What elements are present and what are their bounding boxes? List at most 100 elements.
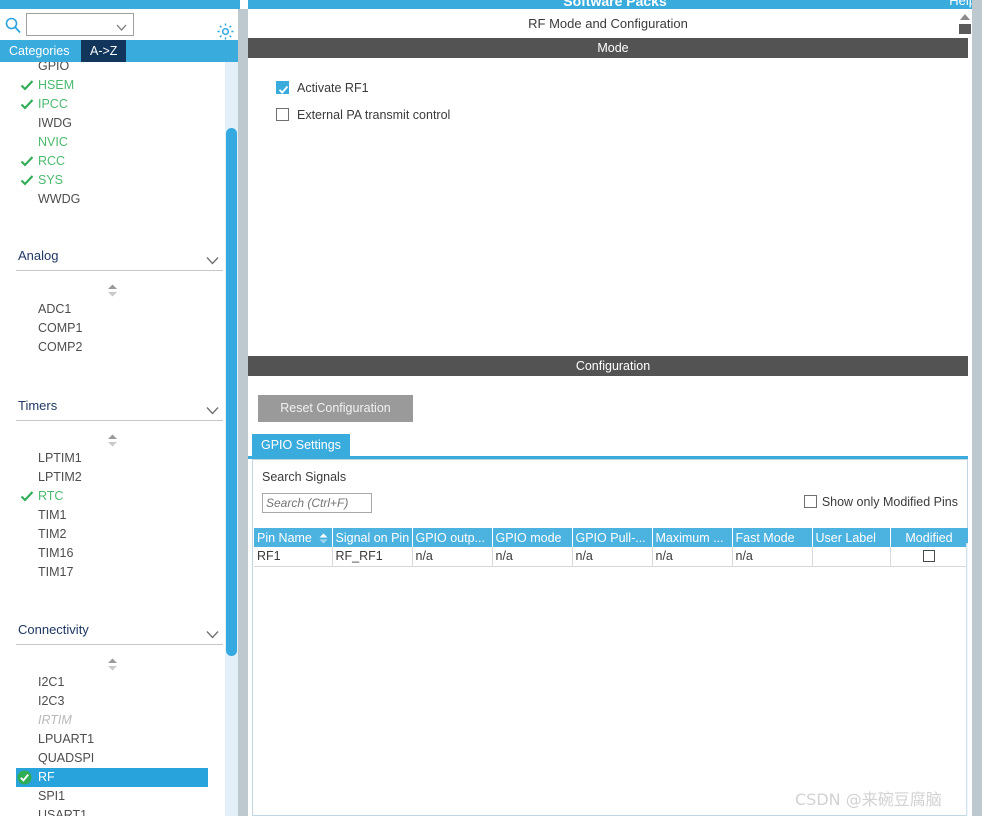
show-only-modified-checkbox[interactable] [803, 495, 817, 508]
column-header-fast-mode[interactable]: Fast Mode [732, 528, 813, 547]
app-titlebar: Software Packs Help [248, 0, 982, 9]
sidebar-scrollbar-thumb[interactable] [226, 128, 237, 656]
divider [16, 420, 223, 421]
column-header-pin-name[interactable]: Pin Name [254, 528, 333, 547]
configuration-tabstrip: GPIO Settings [248, 434, 978, 459]
sidebar-item-label: GPIO [38, 62, 70, 73]
pin-configuration-table: Pin Name Signal on Pin GPIO outp... GPIO… [254, 528, 969, 567]
show-only-modified-label: Show only Modified Pins [821, 495, 958, 509]
check-icon [20, 173, 34, 187]
ip-tree-sidebar: Categories A->Z GPIO HSEM IPCC IWDG NVIC… [0, 0, 240, 816]
sidebar-item-label: COMP1 [38, 321, 83, 335]
scroll-spinner-icon[interactable] [107, 434, 118, 447]
panel-splitter[interactable] [238, 9, 248, 816]
gpio-settings-panel: Search Signals Show only Modified Pins [252, 459, 980, 816]
column-header-gpio-pull[interactable]: GPIO Pull-... [572, 528, 653, 547]
section-header-connectivity[interactable]: Connectivity [16, 619, 223, 645]
sidebar-item-label: IRTIM [38, 713, 72, 727]
sort-arrows-icon[interactable] [319, 533, 328, 544]
sidebar-item-label: RF [38, 770, 55, 784]
mode-section-body: Activate RF1 External PA transmit contro… [248, 58, 978, 354]
sidebar-item-label: TIM2 [38, 527, 67, 541]
section-header-timers[interactable]: Timers [16, 395, 223, 421]
scroll-up-arrow-icon[interactable] [959, 12, 971, 34]
cell-maximum[interactable]: n/a [652, 547, 733, 567]
column-header-gpio-output[interactable]: GPIO outp... [412, 528, 493, 547]
sidebar-item-label: TIM16 [38, 546, 74, 560]
page-title: RF Mode and Configuration [248, 9, 968, 38]
configuration-section-body: Reset Configuration GPIO Settings Search… [248, 376, 980, 816]
cell-gpio-pull[interactable]: n/a [572, 547, 653, 567]
chevron-down-icon [206, 626, 219, 639]
reset-configuration-button[interactable]: Reset Configuration [258, 395, 413, 422]
cell-pin-name[interactable]: RF1 [254, 547, 333, 567]
check-icon [20, 154, 34, 168]
divider [16, 270, 223, 271]
column-label: Pin Name [257, 530, 312, 545]
cell-modified[interactable] [890, 547, 969, 567]
external-pa-checkbox[interactable] [276, 108, 289, 121]
cell-gpio-mode[interactable]: n/a [492, 547, 573, 567]
section-title: Timers [18, 398, 58, 413]
sidebar-item-label: TIM1 [38, 508, 67, 522]
tab-a-to-z[interactable]: A->Z [81, 40, 127, 62]
search-input[interactable] [26, 13, 134, 36]
chevron-down-icon [116, 20, 127, 31]
rf-configuration-panel: RF Mode and Configuration Mode Activate … [248, 9, 982, 816]
search-icon [4, 16, 22, 34]
chevron-down-icon [206, 402, 219, 415]
section-title: Analog [18, 248, 59, 263]
search-signals-label: Search Signals [262, 470, 347, 484]
sidebar-item-label: LPTIM2 [38, 470, 82, 484]
stm32cubemx-window: Software Packs Help Categories A->Z GPIO… [0, 0, 982, 816]
gear-icon[interactable] [216, 22, 235, 41]
window-right-gutter [972, 0, 982, 816]
column-header-signal-on-pin[interactable]: Signal on Pin [332, 528, 413, 547]
show-only-modified-row[interactable]: Show only Modified Pins [803, 493, 958, 511]
sidebar-item-label: RTC [38, 489, 64, 503]
column-header-maximum[interactable]: Maximum ... [652, 528, 733, 547]
table-row[interactable]: RF1 RF_RF1 n/a n/a n/a n/a n/a [254, 547, 969, 567]
divider [16, 644, 223, 645]
configuration-section-header: Configuration [248, 356, 978, 376]
column-header-modified[interactable]: Modified [890, 528, 969, 547]
activate-rf1-label: Activate RF1 [297, 81, 369, 95]
section-header-analog[interactable]: Analog [16, 245, 223, 271]
cell-gpio-output[interactable]: n/a [412, 547, 493, 567]
sidebar-item-label: TIM17 [38, 565, 74, 579]
sidebar-item-label: I2C1 [38, 675, 65, 689]
sidebar-item-label: RCC [38, 154, 66, 168]
check-icon [20, 489, 34, 503]
sidebar-item-label: HSEM [38, 78, 75, 92]
sidebar-tabs: Categories A->Z [0, 40, 240, 62]
sidebar-item-rf[interactable]: RF [16, 768, 208, 787]
check-circle-icon [17, 770, 32, 785]
sidebar-item-label: SYS [38, 173, 64, 187]
sidebar-item-label: COMP2 [38, 340, 83, 354]
scroll-spinner-icon[interactable] [107, 284, 118, 297]
cell-signal-on-pin[interactable]: RF_RF1 [332, 547, 413, 567]
section-title: Connectivity [18, 622, 89, 637]
sidebar-item-label: SPI1 [38, 789, 66, 803]
sidebar-item-label: LPUART1 [38, 732, 95, 746]
mode-section-header: Mode [248, 38, 978, 58]
sidebar-top-strip [0, 0, 240, 9]
cell-fast-mode[interactable]: n/a [732, 547, 813, 567]
sidebar-item-label: WWDG [38, 192, 81, 206]
activate-rf1-checkbox[interactable] [276, 81, 289, 94]
sidebar-item-label: LPTIM1 [38, 451, 82, 465]
search-signals-input[interactable] [262, 493, 372, 513]
tab-gpio-settings[interactable]: GPIO Settings [252, 434, 350, 456]
tab-categories[interactable]: Categories [0, 40, 79, 62]
sidebar-tree-body: GPIO HSEM IPCC IWDG NVIC RCC SYS WWDG An… [0, 62, 240, 816]
column-header-gpio-mode[interactable]: GPIO mode [492, 528, 573, 547]
cell-user-label[interactable] [812, 547, 891, 567]
sidebar-item-label: I2C3 [38, 694, 65, 708]
sidebar-search-row [0, 9, 240, 40]
column-header-user-label[interactable]: User Label [812, 528, 891, 547]
check-icon [20, 78, 34, 92]
modified-checkbox[interactable] [923, 550, 935, 563]
scroll-spinner-icon[interactable] [107, 658, 118, 671]
sidebar-item-label: ADC1 [38, 302, 72, 316]
check-icon [20, 97, 34, 111]
